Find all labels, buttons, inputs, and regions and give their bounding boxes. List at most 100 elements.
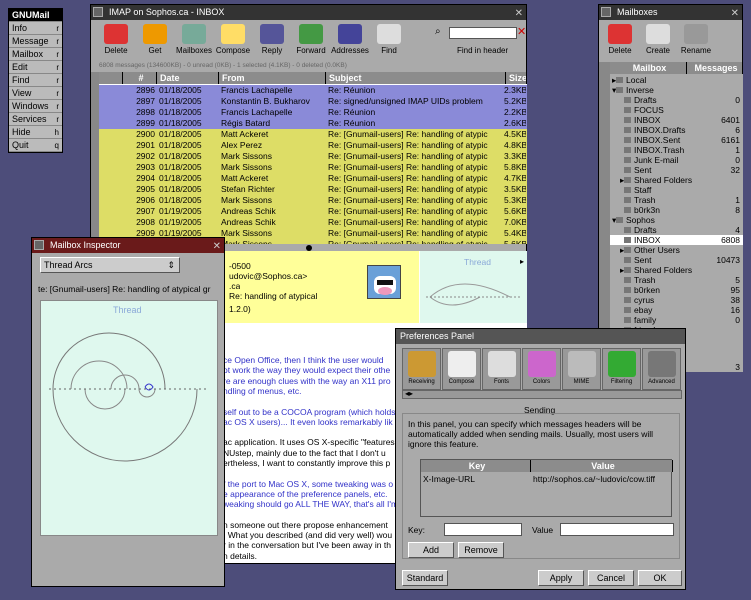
mailbox-row[interactable]: ▾ Inverse [610,85,743,95]
mailboxes-titlebar[interactable]: Mailboxes ✕ [599,5,742,20]
mailbox-row[interactable]: INBOX.Sent 6161 [610,135,743,145]
col-date[interactable]: Date [157,72,219,84]
menu-item-info[interactable]: Info r [9,22,62,35]
menu-item-hide[interactable]: Hide h [9,126,62,139]
mailbox-row[interactable]: Junk E-mail 0 [610,155,743,165]
miniaturize-button[interactable] [601,7,611,17]
inbox-titlebar[interactable]: IMAP on Sophos.ca - INBOX ✕ [91,5,526,20]
compose-button[interactable]: Compose [214,24,252,55]
col-messages[interactable]: Messages [687,62,743,74]
table-row[interactable]: 2899 01/18/2005 Régis Batard Re: Réunion 2.6… [99,118,527,129]
mailbox-row[interactable]: ebay 16 [610,305,743,315]
mailbox-row[interactable]: INBOX 6401 [610,115,743,125]
mailbox-row[interactable]: FOCUS [610,105,743,115]
mailbox-row[interactable]: ▾ Sophos [610,215,743,225]
mailbox-row[interactable]: ▸ Local [610,75,743,85]
mailbox-list[interactable]: Mailbox Messages ▸ Local ▾ Inverse Drafts 0 FO… [610,62,743,372]
header-row-value[interactable]: http://sophos.ca/~ludovic/cow.tiff [533,474,655,484]
reply-button[interactable]: Reply [253,24,291,55]
table-row[interactable]: 2897 01/18/2005 Konstantin B. Bukharov Re: … [99,96,527,107]
mailbox-row[interactable]: INBOX 6808 [610,235,743,245]
close-icon[interactable]: ✕ [731,6,739,20]
message-list[interactable]: # Date From Subject Size 2896 01/18/2005 F… [99,72,527,244]
prefs-tab-fonts[interactable]: Fonts [482,348,521,390]
menu-item-quit[interactable]: Quit q [9,139,62,152]
thread-arcs-popup[interactable]: Thread Arcs ⇕ [40,257,180,273]
prefs-titlebar[interactable]: Preferences Panel [396,329,685,344]
prefs-tab-receiving[interactable]: Receiving [402,348,441,390]
col-num[interactable]: # [123,72,157,84]
mailbox-row[interactable]: Staff [610,185,743,195]
cancel-button[interactable]: Cancel [588,570,634,586]
table-row[interactable]: 2900 01/18/2005 Matt Ackeret Re: [Gnumail-u… [99,129,527,140]
mailbox-row[interactable]: Sent 10473 [610,255,743,265]
find-button[interactable]: Find [370,24,408,55]
prefs-tab-filtering[interactable]: Filtering [602,348,641,390]
table-row[interactable]: 2906 01/18/2005 Mark Sissons Re: [Gnumail-u… [99,195,527,206]
table-row[interactable]: 2907 01/19/2005 Andreas Schik Re: [Gnumail-… [99,206,527,217]
prefs-tab-advanced[interactable]: Advanced [642,348,681,390]
table-row[interactable]: 2896 01/18/2005 Francis Lachapelle Re: Réun… [99,85,527,96]
apply-button[interactable]: Apply [538,570,584,586]
table-row[interactable]: 2904 01/18/2005 Matt Ackeret Re: [Gnumail-u… [99,173,527,184]
menu-item-windows[interactable]: Windows r [9,100,62,113]
mailbox-create-button[interactable]: Create [639,24,677,55]
clear-icon[interactable]: ✕ [517,25,526,38]
table-row[interactable]: 2903 01/18/2005 Mark Sissons Re: [Gnumail-u… [99,162,527,173]
get-button[interactable]: Get [136,24,174,55]
menu-item-services[interactable]: Services r [9,113,62,126]
list-scrollbar[interactable] [91,72,99,244]
table-row[interactable]: 2908 01/19/2005 Andreas Schik Re: [Gnumail-… [99,217,527,228]
mailbox-row[interactable]: ▸ Other Users [610,245,743,255]
col-subject[interactable]: Subject [326,72,506,84]
table-row[interactable]: 2901 01/18/2005 Alex Perez Re: [Gnumail-use… [99,140,527,151]
mailbox-row[interactable]: ▸ Shared Folders [610,265,743,275]
mailbox-row[interactable]: Trash 5 [610,275,743,285]
value-field[interactable] [560,523,674,536]
mailbox-row[interactable]: Drafts 0 [610,95,743,105]
menu-item-view[interactable]: View r [9,87,62,100]
close-icon[interactable]: ✕ [213,239,221,253]
mailbox-row[interactable]: ▸ Shared Folders [610,175,743,185]
key-field[interactable] [444,523,522,536]
add-button[interactable]: Add [408,542,454,558]
mailbox-row[interactable]: Drafts 4 [610,225,743,235]
mailbox-row[interactable]: family 0 [610,315,743,325]
prefs-tab-mime[interactable]: MIME [562,348,601,390]
mailboxes-button[interactable]: Mailboxes [175,24,213,55]
mailbox-row[interactable]: b0rken 95 [610,285,743,295]
ok-button[interactable]: OK [638,570,682,586]
mailbox-row[interactable]: Sent 32 [610,165,743,175]
col-key[interactable]: Key [421,460,531,472]
table-row[interactable]: 2898 01/18/2005 Francis Lachapelle Re: Réun… [99,107,527,118]
prefs-tab-compose[interactable]: Compose [442,348,481,390]
prefs-tab-colors[interactable]: Colors [522,348,561,390]
delete-button[interactable]: Delete [97,24,135,55]
menu-item-message[interactable]: Message r [9,35,62,48]
table-row[interactable]: 2902 01/18/2005 Mark Sissons Re: [Gnumail-u… [99,151,527,162]
forward-button[interactable]: Forward [292,24,330,55]
table-row[interactable]: 2905 01/18/2005 Stefan Richter Re: [Gnumail… [99,184,527,195]
col-mailbox[interactable]: Mailbox [610,62,687,74]
mailbox-delete-button[interactable]: Delete [601,24,639,55]
remove-button[interactable]: Remove [458,542,504,558]
col-flag[interactable] [99,72,123,84]
mailbox-scrollbar[interactable] [599,62,610,372]
mailbox-row[interactable]: cyrus 38 [610,295,743,305]
mailbox-row[interactable]: Trash 1 [610,195,743,205]
mailbox-rename-button[interactable]: Rename [677,24,715,55]
header-table[interactable]: Key Value X-Image-URL http://sophos.ca/~… [420,459,673,517]
inspector-titlebar[interactable]: Mailbox Inspector ✕ [32,238,224,253]
menu-item-find[interactable]: Find r [9,74,62,87]
find-field[interactable] [449,27,517,39]
close-icon[interactable]: ✕ [515,6,523,20]
standard-button[interactable]: Standard [402,570,448,586]
col-from[interactable]: From [219,72,326,84]
header-row-key[interactable]: X-Image-URL [423,474,475,484]
miniaturize-button[interactable] [93,7,103,17]
menu-item-edit[interactable]: Edit r [9,61,62,74]
prefs-tab-scroll[interactable]: ◂▸ [402,389,682,399]
menu-item-mailbox[interactable]: Mailbox r [9,48,62,61]
mailbox-row[interactable]: INBOX.Drafts 6 [610,125,743,135]
mailbox-row[interactable]: INBOX.Trash 1 [610,145,743,155]
